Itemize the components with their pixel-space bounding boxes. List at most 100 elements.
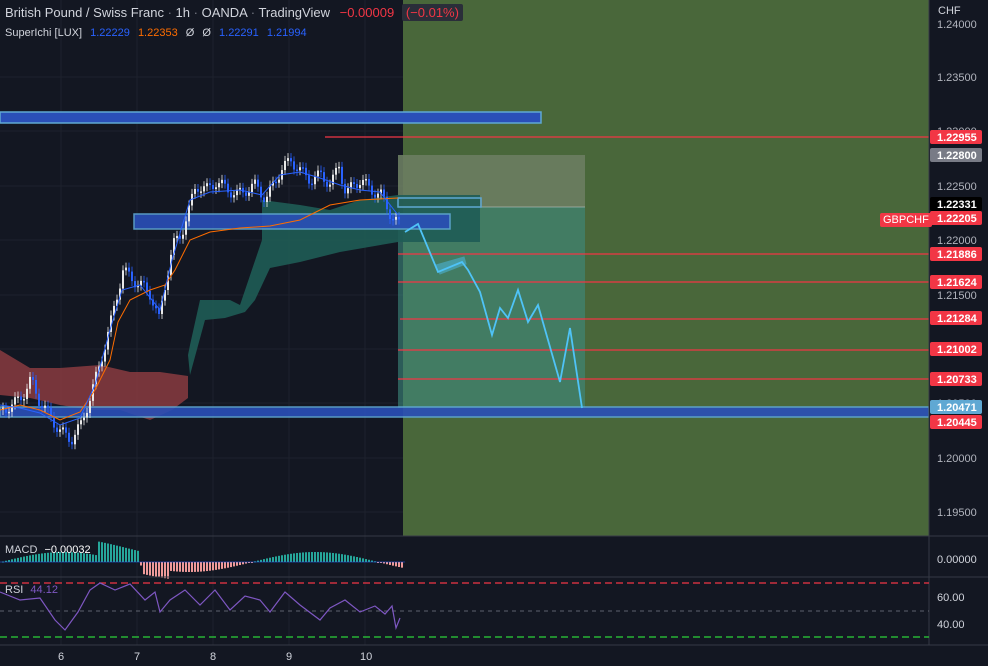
macd-bar <box>284 554 286 562</box>
macd-bar <box>173 562 175 572</box>
macd-bar <box>95 555 97 562</box>
macd-bar <box>281 555 283 562</box>
macd-bar <box>398 562 400 568</box>
price-axis-panel <box>929 0 988 666</box>
candle-body <box>323 172 325 182</box>
candle-body <box>35 379 37 394</box>
macd-bar <box>206 562 208 572</box>
macd-axis-tick: 0.00000 <box>937 554 977 566</box>
macd-bar <box>308 552 310 562</box>
macd-bar <box>176 562 178 572</box>
macd-bar <box>344 554 346 562</box>
macd-bar <box>323 552 325 562</box>
macd-bar <box>197 562 199 572</box>
macd-bar <box>320 552 322 562</box>
candle-body <box>371 185 373 195</box>
macd-bar <box>311 552 313 562</box>
macd-legend[interactable]: MACD −0.00032 <box>5 544 91 556</box>
price-tag: 1.21002 <box>937 344 977 356</box>
broker: OANDA <box>201 5 248 20</box>
candle-body <box>146 282 148 291</box>
price-change: −0.00009 <box>339 5 395 20</box>
time-tick: 7 <box>134 651 141 663</box>
candle-body <box>365 179 367 181</box>
candle-body <box>338 166 340 169</box>
candle-body <box>11 404 13 412</box>
candle-body <box>317 170 319 177</box>
candle-body <box>359 185 361 188</box>
rsi-legend[interactable]: RSI 44.12 <box>5 584 58 596</box>
candle-body <box>362 179 364 186</box>
price-tick: 1.24000 <box>937 19 977 31</box>
macd-bar <box>98 541 100 562</box>
macd-bar <box>113 544 115 562</box>
macd-bar <box>104 542 106 562</box>
price-tick: 1.22000 <box>937 235 977 247</box>
macd-bar <box>152 562 154 577</box>
candle-body <box>389 209 391 219</box>
candle-body <box>194 188 196 194</box>
indicator-legend[interactable]: SuperIchi [LUX] 1.22229 1.22353 Ø Ø 1.22… <box>5 27 307 39</box>
macd-bar <box>164 562 166 579</box>
interval[interactable]: 1h <box>176 5 190 20</box>
candle-body <box>347 188 349 194</box>
candle-body <box>293 161 295 170</box>
candle-body <box>395 216 397 220</box>
macd-bar <box>161 562 163 578</box>
candle-body <box>263 197 265 203</box>
candle-body <box>26 388 28 400</box>
candle-body <box>353 182 355 185</box>
candle-body <box>125 267 127 271</box>
macd-bar <box>92 554 94 562</box>
macd-bar <box>359 557 361 562</box>
macd-bar <box>356 556 358 562</box>
price-tag: 1.20471 <box>937 402 977 414</box>
macd-bar <box>119 546 121 562</box>
candle-body <box>254 179 256 184</box>
time-tick: 6 <box>58 651 65 663</box>
indicator-value: 1.21994 <box>266 27 307 39</box>
macd-bar <box>290 553 292 562</box>
candle-body <box>302 167 304 169</box>
indicator-value: 1.22353 <box>137 27 178 39</box>
macd-bar <box>17 557 19 562</box>
macd-bar <box>170 562 172 571</box>
candle-body <box>206 183 208 187</box>
macd-bar <box>179 562 181 572</box>
candle-body <box>266 196 268 203</box>
macd-bar <box>269 557 271 562</box>
candle-body <box>83 417 85 421</box>
candle-body <box>335 167 337 175</box>
macd-bar <box>14 558 16 562</box>
macd-bar <box>242 562 244 565</box>
indicator-value: 1.22291 <box>219 27 259 39</box>
macd-bar <box>275 556 277 562</box>
price-tag: 1.21886 <box>937 249 977 261</box>
candle-body <box>41 405 43 408</box>
macd-bar <box>401 562 403 568</box>
time-tick: 9 <box>286 651 293 663</box>
macd-bar <box>29 555 31 562</box>
rsi-axis-tick: 60.00 <box>937 592 965 604</box>
macd-bar <box>158 562 160 578</box>
candle-body <box>65 427 67 433</box>
macd-bar <box>239 562 241 566</box>
candle-body <box>86 412 88 418</box>
candle-body <box>368 179 370 186</box>
symbol-name[interactable]: British Pound / Swiss Franc <box>5 5 164 20</box>
macd-bar <box>329 552 331 562</box>
time-tick: 8 <box>210 651 217 663</box>
macd-bar <box>26 555 28 562</box>
candle-body <box>143 280 145 283</box>
macd-bar <box>110 544 112 562</box>
macd-bar <box>326 552 328 562</box>
price-tag: 1.21624 <box>937 277 978 289</box>
macd-bar <box>335 553 337 562</box>
macd-bar <box>362 558 364 562</box>
candle-body <box>20 396 22 401</box>
price-chart[interactable]: 1.240001.235001.230001.225001.220001.215… <box>0 0 988 666</box>
candle-body <box>47 405 49 408</box>
macd-bar <box>263 559 265 562</box>
price-tag: 1.22205 <box>937 213 977 225</box>
macd-bar <box>266 558 268 562</box>
